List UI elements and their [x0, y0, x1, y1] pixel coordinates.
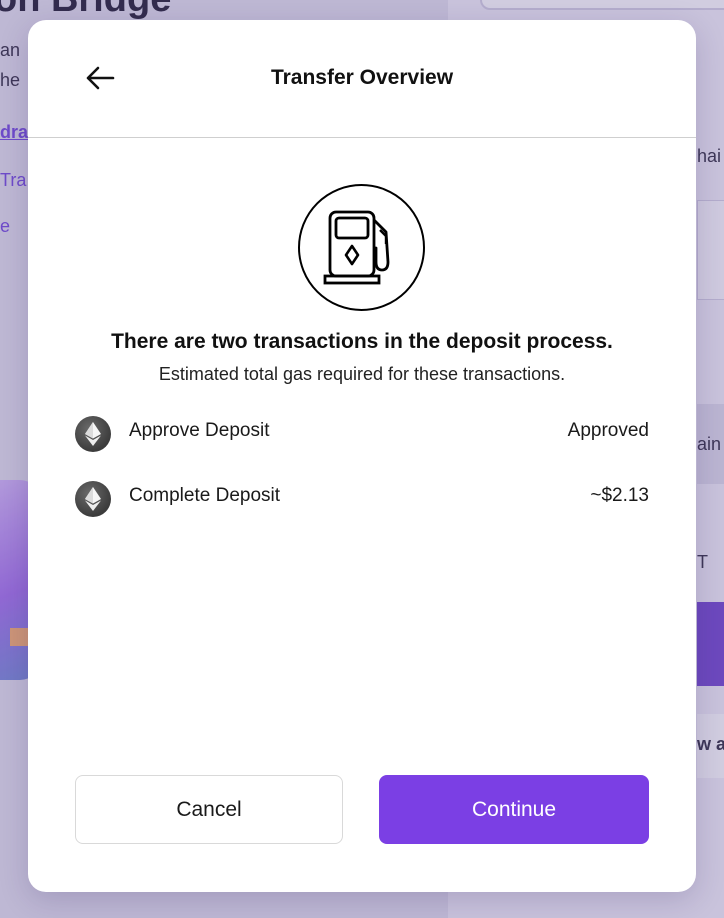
- transaction-label: Complete Deposit: [129, 485, 281, 506]
- transaction-label: Approve Deposit: [129, 420, 270, 441]
- modal-header: Transfer Overview: [28, 20, 696, 138]
- transaction-status: Approved: [567, 420, 649, 441]
- ethereum-icon: [75, 481, 111, 517]
- modal-title: Transfer Overview: [270, 66, 454, 89]
- gas-pump-icon: [298, 184, 425, 311]
- transaction-row-approve: Approve Deposit Approved: [75, 416, 649, 454]
- gas-estimate-subtitle: Estimated total gas required for these t…: [158, 364, 566, 384]
- transaction-gas-cost: ~$2.13: [590, 485, 649, 506]
- transaction-row-complete: Complete Deposit ~$2.13: [75, 481, 649, 519]
- continue-button[interactable]: Continue: [379, 775, 649, 844]
- deposit-headline: There are two transactions in the deposi…: [111, 330, 613, 353]
- transfer-overview-modal: Transfer Overview There are two transact…: [28, 20, 696, 892]
- cancel-button[interactable]: Cancel: [75, 775, 343, 844]
- ethereum-icon: [75, 416, 111, 452]
